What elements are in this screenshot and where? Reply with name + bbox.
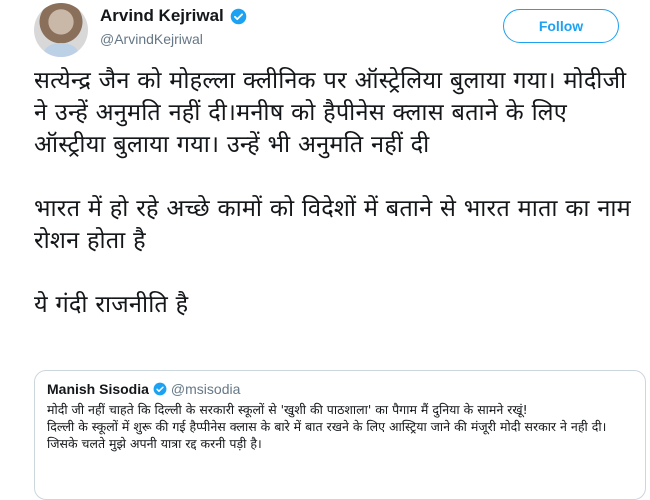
tweet-paragraph: सत्येन्द्र जैन को मोहल्ला क्लीनिक पर ऑस्…: [34, 66, 627, 158]
avatar-shirt: [44, 43, 78, 57]
follow-button[interactable]: Follow: [503, 9, 619, 43]
quoted-tweet-header: Manish Sisodia @msisodia: [47, 381, 633, 397]
quoted-author-name: Manish Sisodia: [47, 381, 149, 397]
tweet-text: सत्येन्द्र जैन को मोहल्ला क्लीनिक पर ऑस्…: [34, 64, 639, 320]
quoted-paragraph: दिल्ली के स्कूलों में शुरू की गई हैप्पीन…: [47, 419, 607, 451]
avatar[interactable]: [34, 3, 88, 57]
quoted-tweet[interactable]: Manish Sisodia @msisodia मोदी जी नहीं चा…: [34, 370, 646, 500]
author-name[interactable]: Arvind Kejriwal: [100, 6, 224, 26]
quoted-tweet-text: मोदी जी नहीं चाहते कि दिल्ली के सरकारी स…: [47, 401, 633, 452]
quoted-author-handle: @msisodia: [170, 381, 241, 397]
author-handle[interactable]: @ArvindKejriwal: [100, 31, 203, 47]
quoted-paragraph: मोदी जी नहीं चाहते कि दिल्ली के सरकारी स…: [47, 402, 528, 417]
author-name-row: Arvind Kejriwal: [100, 6, 247, 26]
verified-badge-icon: [230, 8, 247, 24]
tweet-paragraph: भारत में हो रहे अच्छे कामों को विदेशों म…: [34, 194, 631, 254]
verified-badge-icon: [153, 382, 167, 396]
tweet-paragraph: ये गंदी राजनीति है: [34, 290, 189, 318]
